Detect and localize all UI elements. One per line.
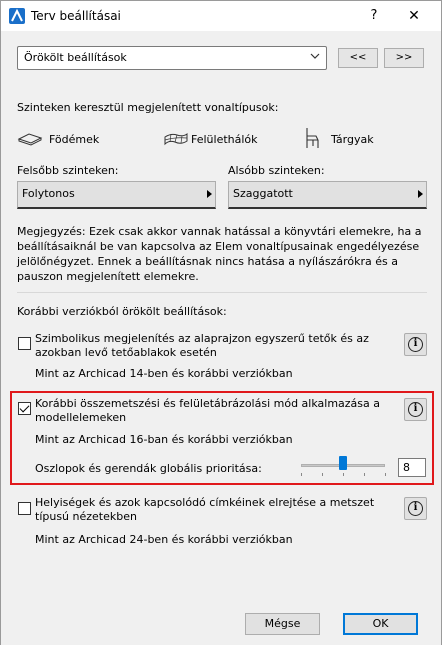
chip-meshes: Felülethálók [163, 131, 273, 149]
previous-preset-button[interactable]: << [338, 48, 378, 68]
info-button[interactable]: i [404, 497, 427, 520]
lower-linetype-value: Szaggatott [233, 187, 293, 200]
next-preset-button[interactable]: >> [384, 48, 424, 68]
option-hide-zones-checkbox[interactable] [18, 502, 31, 515]
chip-meshes-label: Felülethálók [191, 133, 258, 146]
option-legacy-intersection-label: Korábbi összemetszési és felületábrázolá… [35, 397, 381, 424]
archicad-icon [9, 8, 25, 24]
close-button[interactable]: ✕ [401, 5, 427, 27]
info-button[interactable]: i [404, 333, 427, 356]
slider-tick [364, 473, 365, 476]
popup-arrow-icon [207, 190, 212, 198]
option-hide-zones-note: Mint az Archicad 24-ben és korábbi verzi… [35, 533, 293, 546]
option-legacy-intersection-note: Mint az Archicad 16-ban és korábbi verzi… [35, 433, 293, 446]
dialog-window: Terv beállításai ? ✕ Örökölt beállítások… [0, 0, 442, 645]
chip-slabs: Födémek [17, 131, 107, 149]
slider-tick [322, 473, 323, 476]
chip-objects-label: Tárgyak [331, 133, 374, 146]
slab-icon [17, 133, 43, 146]
window-title: Terv beállításai [31, 9, 121, 23]
priority-slider-thumb[interactable] [339, 456, 347, 470]
info-icon: i [408, 501, 423, 516]
help-button[interactable]: ? [363, 5, 385, 27]
upper-stories-label: Felsőbb szinteken: [17, 164, 119, 177]
chair-icon [306, 128, 319, 148]
linetypes-heading: Szinteken keresztül megjelenített vonalt… [17, 101, 279, 114]
preset-select[interactable]: Örökölt beállítások [17, 46, 327, 70]
ok-button[interactable]: OK [343, 613, 418, 635]
info-icon: i [408, 337, 423, 352]
section-divider [17, 292, 427, 293]
preset-selected-value: Örökölt beállítások [24, 51, 127, 64]
legacy-heading: Korábbi verziókból örökölt beállítások: [17, 305, 227, 318]
popup-arrow-icon [418, 190, 423, 198]
linetypes-note: Megjegyzés: Ezek csak akkor vannak hatás… [17, 225, 422, 283]
chevron-down-icon [310, 53, 320, 59]
upper-linetype-value: Folytonos [22, 187, 75, 200]
option-roof-symbolic-note: Mint az Archicad 14-ben és korábbi verzi… [35, 367, 293, 380]
upper-linetype-popup[interactable]: Folytonos [17, 181, 216, 209]
mesh-icon [164, 133, 188, 146]
cancel-button[interactable]: Mégse [245, 613, 320, 635]
option-roof-symbolic-checkbox[interactable] [18, 337, 31, 350]
info-icon: i [408, 402, 423, 417]
slider-tick [385, 473, 386, 476]
titlebar: Terv beállításai ? ✕ [1, 1, 441, 31]
chip-objects: Tárgyak [302, 128, 392, 149]
lower-stories-label: Alsóbb szinteken: [228, 164, 325, 177]
chip-slabs-label: Födémek [49, 133, 100, 146]
option-roof-symbolic-label: Szimbolikus megjelenítés az alaprajzon e… [35, 332, 369, 359]
lower-linetype-popup[interactable]: Szaggatott [228, 181, 427, 209]
slider-tick [343, 473, 344, 476]
priority-value-input[interactable]: 8 [398, 458, 426, 477]
option-legacy-intersection-checkbox[interactable] [18, 402, 31, 415]
slider-tick [301, 473, 302, 476]
option-hide-zones-label: Helyiségek és azok kapcsolódó címkéinek … [35, 496, 375, 523]
priority-label: Oszlopok és gerendák globális prioritása… [35, 462, 262, 475]
info-button[interactable]: i [404, 398, 427, 421]
